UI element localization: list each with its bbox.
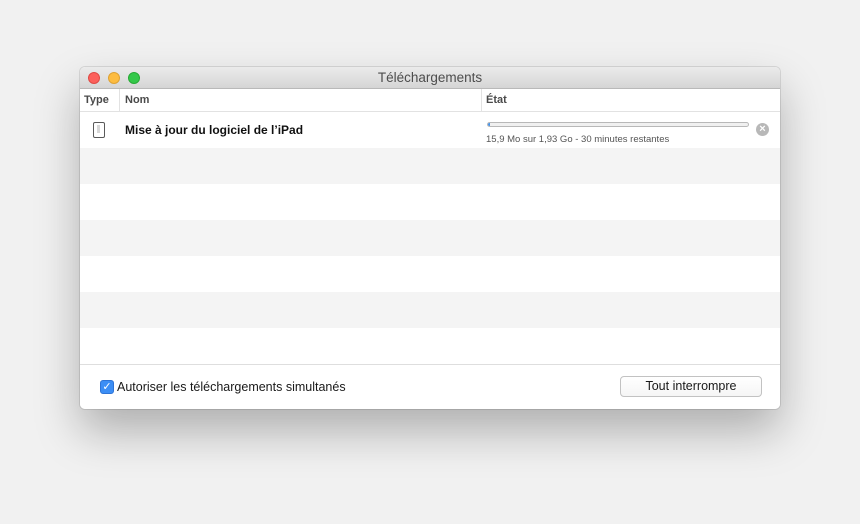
column-header-type[interactable]: Type xyxy=(84,89,120,111)
download-status: 15,9 Mo sur 1,93 Go - 30 minutes restant… xyxy=(486,134,670,145)
footer-bar: ✓ Autoriser les téléchargements simultan… xyxy=(80,364,780,409)
simultaneous-downloads-label[interactable]: Autoriser les téléchargements simultanés xyxy=(117,380,346,394)
stop-all-button[interactable]: Tout interrompre xyxy=(620,376,762,397)
downloads-list: Mise à jour du logiciel de l’iPad 15,9 M… xyxy=(80,112,780,364)
download-name: Mise à jour du logiciel de l’iPad xyxy=(125,123,304,137)
ipad-icon xyxy=(93,122,105,138)
column-header-state[interactable]: État xyxy=(481,89,780,111)
download-progress-fill xyxy=(488,123,491,126)
downloads-window: Téléchargements Type Nom État Mise à jou… xyxy=(80,67,780,409)
table-header: Type Nom État xyxy=(80,89,780,112)
empty-row xyxy=(80,256,780,292)
simultaneous-downloads-checkbox[interactable]: ✓ xyxy=(100,380,114,394)
download-progress-bar xyxy=(487,122,749,127)
empty-row xyxy=(80,220,780,256)
title-bar[interactable]: Téléchargements xyxy=(80,67,780,89)
window-title: Téléchargements xyxy=(377,70,483,85)
stop-download-icon[interactable]: × xyxy=(756,123,769,136)
empty-row xyxy=(80,184,780,220)
empty-row xyxy=(80,328,780,364)
empty-row xyxy=(80,148,780,184)
download-row[interactable]: Mise à jour du logiciel de l’iPad 15,9 M… xyxy=(80,112,780,148)
empty-row xyxy=(80,292,780,328)
column-header-name[interactable]: Nom xyxy=(119,89,481,111)
